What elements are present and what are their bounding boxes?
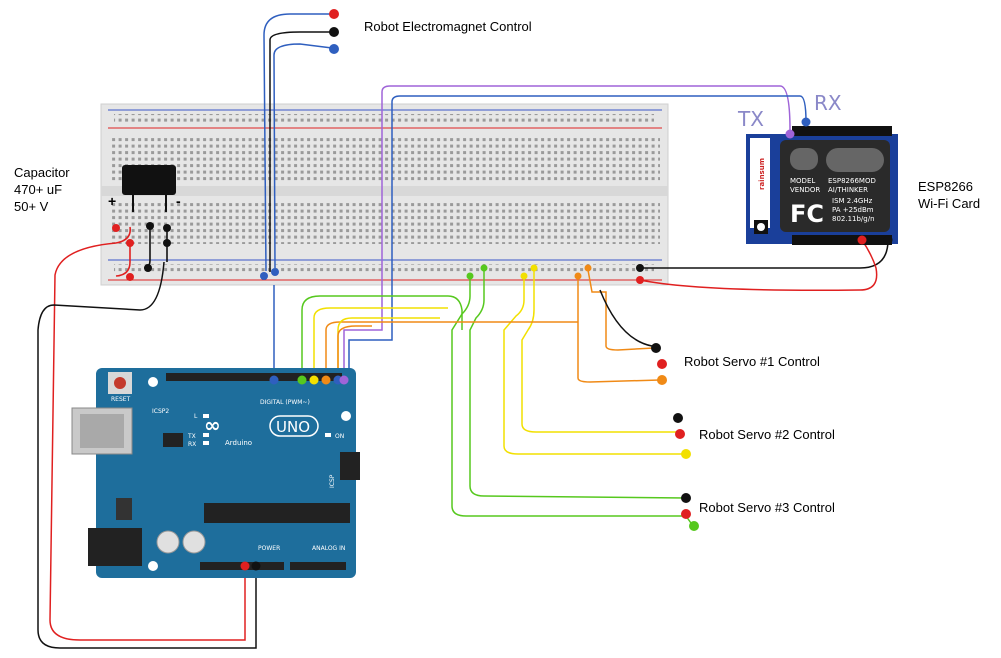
servo-1-label: Robot Servo #1 Control <box>684 354 820 369</box>
rx-led-label: RX <box>188 441 196 448</box>
icsp-label: ICSP <box>329 474 336 488</box>
capacitor-label-line3: 50+ V <box>14 199 49 214</box>
capacitor-label-line2: 470+ uF <box>14 182 62 197</box>
esp-vendor-label: VENDOR <box>790 186 820 194</box>
on-label: ON <box>335 433 344 440</box>
tx-handwritten-label: TX <box>737 107 764 131</box>
esp-brand: rainsum <box>758 158 766 190</box>
rx-handwritten-label: RX <box>814 91 842 115</box>
esp8266-module: rainsum MODEL VENDOR ESP8266MOD AI/THINK… <box>737 91 898 245</box>
capacitor-minus-label: - <box>176 193 181 209</box>
capacitor-plus-label: + <box>108 193 116 209</box>
esp8266-label-line1: ESP8266 <box>918 179 973 194</box>
fcc-logo: FC <box>790 200 824 228</box>
electromagnet-label: Robot Electromagnet Control <box>364 19 532 34</box>
digital-label: DIGITAL (PWM~) <box>260 399 310 406</box>
esp-model-value: ESP8266MOD <box>828 177 876 185</box>
servo-3-label: Robot Servo #3 Control <box>699 500 835 515</box>
tx-led-label: TX <box>187 433 196 440</box>
wiring-diagram: + - RESET ICSP2 ∞ UNO Arduino DIGITAL (P… <box>0 0 1001 658</box>
servo-2-label: Robot Servo #2 Control <box>699 427 835 442</box>
capacitor-label-line1: Capacitor <box>14 165 70 180</box>
arduino-uno-board: RESET ICSP2 ∞ UNO Arduino DIGITAL (PWM~)… <box>71 368 360 578</box>
esp8266-label-line2: Wi-Fi Card <box>918 196 980 211</box>
esp-spec-1: ISM 2.4GHz <box>832 197 873 205</box>
breadboard <box>100 103 669 286</box>
esp-model-label: MODEL <box>790 177 815 185</box>
power-label: POWER <box>258 545 280 552</box>
icsp2-label: ICSP2 <box>152 408 169 415</box>
uno-logo: UNO <box>276 418 310 436</box>
reset-label: RESET <box>111 396 131 403</box>
wiring-diagram-svg: + - RESET ICSP2 ∞ UNO Arduino DIGITAL (P… <box>14 9 980 649</box>
analog-label: ANALOG IN <box>312 545 345 552</box>
esp-spec-2: PA +25dBm <box>832 206 874 214</box>
esp-vendor-value: AI/THINKER <box>828 186 868 194</box>
arduino-brand: Arduino <box>225 439 252 447</box>
esp-spec-3: 802.11b/g/n <box>832 215 875 223</box>
